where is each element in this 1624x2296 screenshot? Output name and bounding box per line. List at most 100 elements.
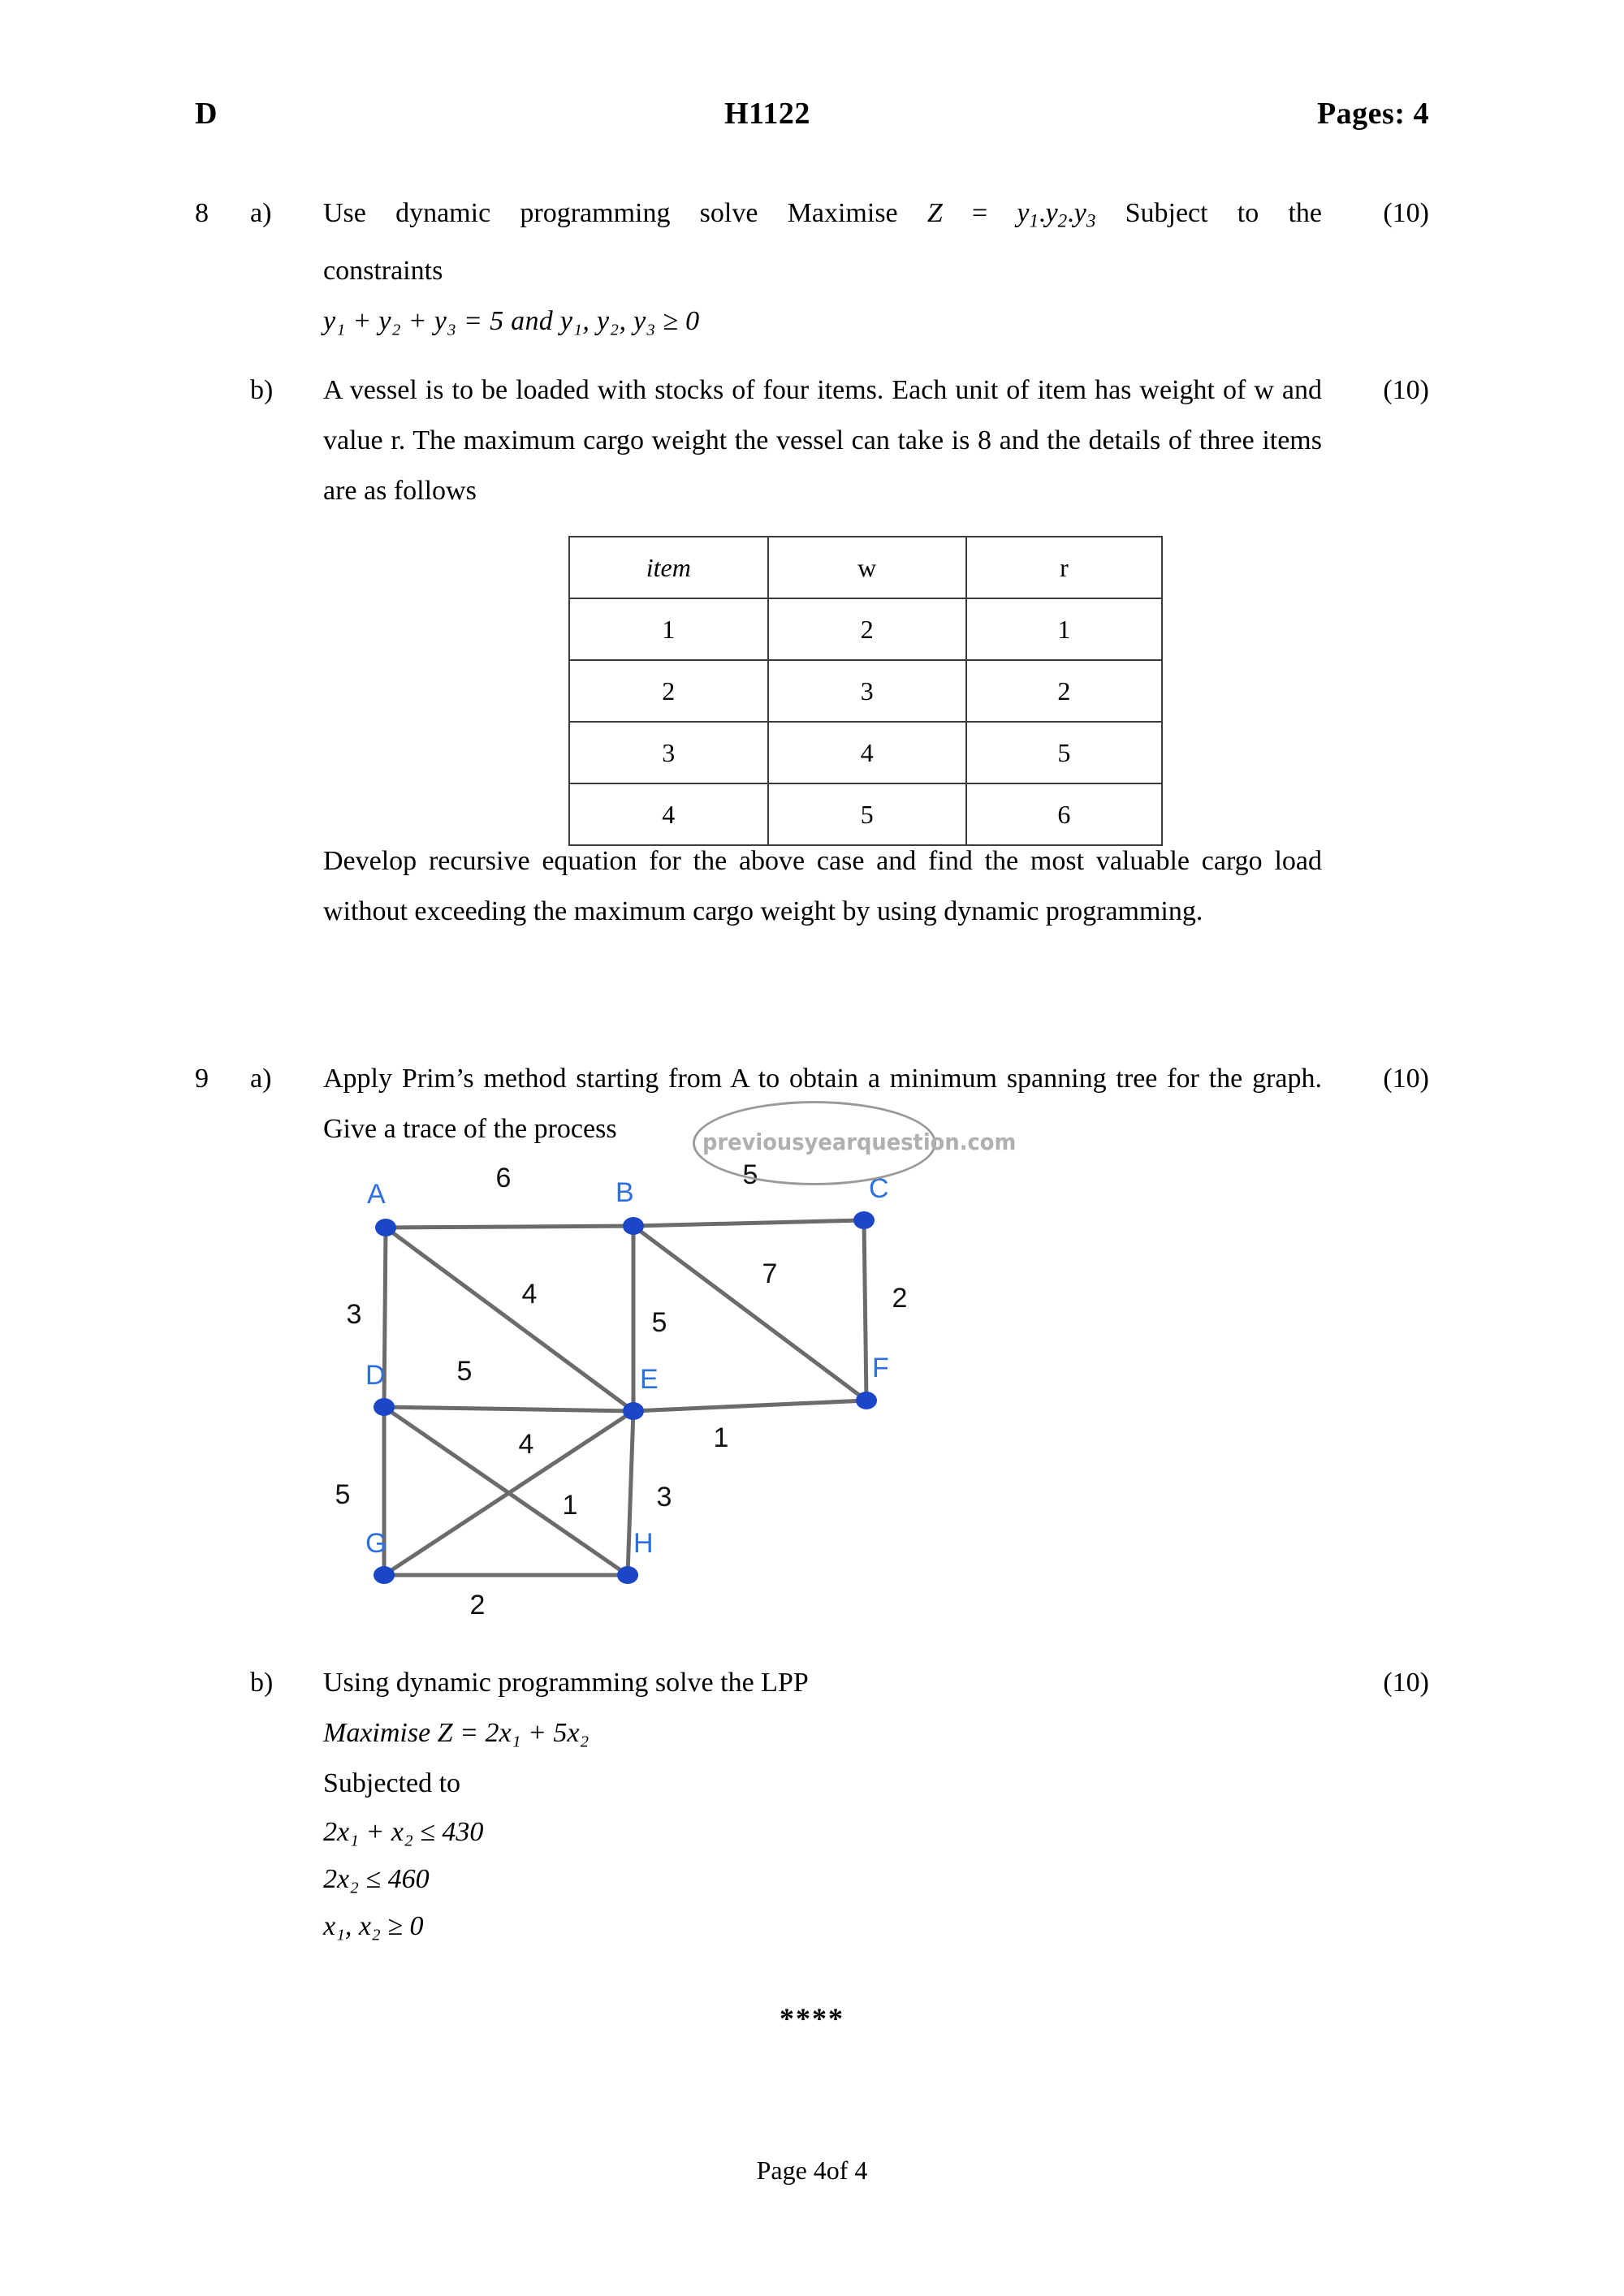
graph-edge-e-h — [625, 1409, 636, 1577]
q8a-dot-2: . — [1067, 198, 1074, 228]
cell-item: 1 — [568, 598, 769, 661]
graph-node-label-g: G — [365, 1528, 387, 1559]
edge-weight-e-h: 3 — [657, 1482, 672, 1513]
table-row: 2 3 2 — [568, 659, 1164, 723]
page-header: D H1122 Pages: 4 — [195, 96, 1429, 132]
end-of-paper-marker: **** — [780, 2002, 844, 2035]
graph-edge-e-f — [631, 1398, 869, 1413]
graph-node-label-f: F — [872, 1353, 889, 1383]
cell-r: 1 — [965, 598, 1164, 661]
question-9a-marks: (10) — [1383, 1064, 1429, 1094]
question-8b-marks: (10) — [1383, 375, 1429, 405]
header-pages-count: Pages: 4 — [1316, 97, 1429, 131]
graph-node-label-a: A — [367, 1179, 386, 1210]
question-8b-paragraph: A vessel is to be loaded with stocks of … — [323, 375, 1322, 506]
question-9b-marks: (10) — [1383, 1668, 1429, 1698]
graph-svg: 6 53457251541 32 A B CD E FG H — [335, 1159, 908, 1621]
graph-nodes — [374, 1211, 877, 1584]
table-header-w: w — [767, 536, 967, 599]
q8a-text-pre: Use dynamic programming solve Maximise — [323, 198, 927, 228]
question-8a-constraint-equation: y₁ + y₂ + y₃ = 5 and y₁, y₂, y₃ ≥ 0 — [323, 306, 700, 337]
graph-edges — [382, 1218, 869, 1577]
question-8a-line-1: Use dynamic programming solve Maximise Z… — [323, 188, 1322, 246]
q8a-sub-3: 3 — [1086, 210, 1096, 232]
question-8b-continuation: Develop recursive equation for the above… — [195, 836, 1429, 937]
page-number-footer: Page 4of 4 — [756, 2156, 868, 2185]
edge-weight-e-f: 1 — [714, 1422, 729, 1453]
edge-weight-d-e: 5 — [457, 1356, 473, 1387]
graph-node-label-b: B — [615, 1177, 634, 1208]
graph-node-label-c: C — [869, 1173, 889, 1204]
cell-w: 2 — [767, 598, 967, 661]
q8a-symbol-y1: y — [1017, 198, 1030, 228]
question-9a-label: a) — [250, 1064, 272, 1094]
cell-item: 2 — [568, 659, 769, 723]
q8a-dot-1: . — [1039, 198, 1046, 228]
graph-node-label-h: H — [633, 1528, 654, 1559]
edge-weight-g-h: 2 — [470, 1590, 486, 1621]
question-9b-objective: Maximise Z = 2x₁ + 5x₂ — [323, 1718, 590, 1748]
cell-r: 5 — [965, 721, 1164, 784]
table-row: 3 4 5 — [568, 721, 1164, 784]
graph-node-label-e: E — [640, 1364, 659, 1395]
question-9b-label: b) — [250, 1668, 274, 1698]
exam-page: D H1122 Pages: 4 8 a) Use dynamic progra… — [0, 0, 1624, 2296]
edge-weight-c-f: 2 — [892, 1283, 908, 1314]
question-9b-line-1: Using dynamic programming solve the LPP — [323, 1668, 809, 1698]
table-row: 1 2 1 — [568, 598, 1164, 661]
table-header-item: item — [568, 536, 769, 599]
table-header-r: r — [965, 536, 1164, 599]
question-8b-after-table-text: Develop recursive equation for the above… — [323, 846, 1322, 926]
question-9b-constraint-3: x₁, x₂ ≥ 0 — [323, 1911, 424, 1941]
items-weight-value-table: item w r 1 2 1 2 3 2 3 4 5 4 5 6 — [568, 536, 1164, 846]
graph-node-f — [856, 1392, 877, 1409]
graph-node-d — [374, 1398, 395, 1416]
edge-weight-b-c: 5 — [743, 1159, 758, 1190]
question-9b-constraint-1: 2x₁ + x₂ ≤ 430 — [323, 1817, 484, 1847]
edge-weight-a-b: 6 — [496, 1163, 512, 1193]
edge-weight-d-h: 1 — [563, 1490, 578, 1521]
graph-edge-a-b — [383, 1224, 636, 1230]
graph-node-a — [375, 1219, 396, 1236]
edge-weight-g-e: 4 — [519, 1429, 534, 1460]
q8a-symbol-y2: y — [1045, 198, 1058, 228]
q8a-symbol-z: Z — [926, 198, 943, 228]
question-8a-marks: (10) — [1383, 198, 1429, 228]
edge-weight-d-g: 5 — [335, 1479, 351, 1510]
q8a-text-post: Subject to the — [1095, 198, 1322, 228]
question-8a: 8 a) Use dynamic programming solve Maxim… — [195, 188, 1429, 347]
graph-edge-b-c — [631, 1218, 866, 1228]
header-paper-code: H1122 — [723, 97, 810, 131]
graph-node-b — [623, 1217, 644, 1235]
question-9b-body: Using dynamic programming solve the LPP … — [323, 1658, 1322, 1950]
question-9b: b) Using dynamic programming solve the L… — [195, 1658, 1429, 1950]
graph-node-e — [623, 1402, 644, 1420]
q8a-sub-1: 1 — [1029, 210, 1039, 232]
edge-weight-b-f: 7 — [762, 1258, 778, 1289]
question-8b-label: b) — [250, 375, 274, 405]
graph-edge-c-f — [862, 1218, 869, 1403]
q8a-equals: = — [942, 198, 1017, 228]
graph-node-h — [617, 1566, 638, 1584]
graph-node-c — [853, 1211, 875, 1229]
weighted-graph-figure: 65345725154132 ABCDEFGH — [309, 1137, 974, 1640]
question-9b-constraint-2: 2x₂ ≤ 460 — [323, 1864, 430, 1894]
question-9b-subjected-to: Subjected to — [323, 1768, 461, 1798]
edge-weight-b-e: 5 — [652, 1307, 667, 1338]
cell-r: 2 — [965, 659, 1164, 723]
graph-edge-a-e — [383, 1225, 636, 1413]
cell-item: 3 — [568, 721, 769, 784]
cell-w: 3 — [767, 659, 967, 723]
graph-node-label-d: D — [365, 1360, 386, 1391]
graph-edge-b-f — [631, 1224, 869, 1403]
edge-weight-a-e: 4 — [522, 1279, 538, 1310]
question-8a-line-2: constraints — [323, 256, 443, 287]
question-8b: b) A vessel is to be loaded with stocks … — [195, 365, 1429, 516]
table-header-row: item w r — [568, 536, 1164, 599]
question-number-8: 8 — [195, 198, 209, 228]
question-8a-label: a) — [250, 198, 272, 228]
graph-node-g — [374, 1566, 395, 1584]
cell-w: 4 — [767, 721, 967, 784]
graph-edge-d-e — [382, 1405, 636, 1413]
question-number-9: 9 — [195, 1064, 209, 1094]
